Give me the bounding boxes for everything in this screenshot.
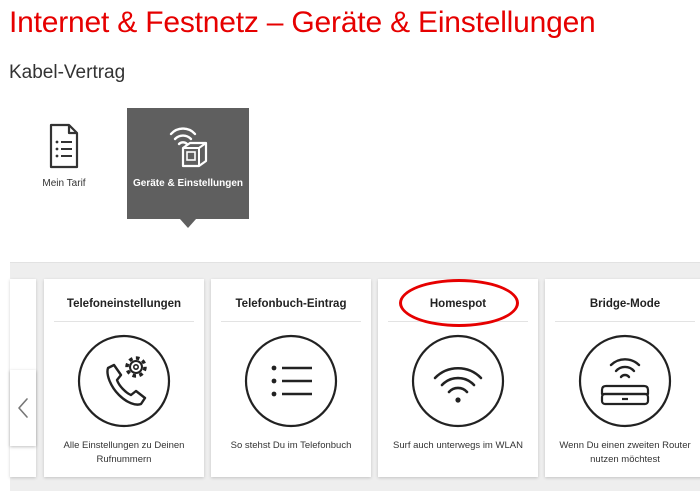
card-telefoneinstellungen[interactable]: Telefoneinstellungen Alle Einstellungen … [44,279,204,477]
page-title: Internet & Festnetz – Geräte & Einstellu… [9,6,596,39]
divider [555,321,695,322]
divider [54,321,194,322]
card-title: Telefoneinstellungen [66,298,182,310]
card-description: Alle Einstellungen zu Deinen Rufnummern [63,440,185,465]
divider [221,321,361,322]
wifi-router-icon [169,127,208,168]
card-description: Wenn Du einen zweiten Router nutzen möch… [559,440,691,465]
carousel-prev-button[interactable] [10,370,36,446]
phone-settings-icon [77,334,171,428]
card-title: Bridge-Mode [589,298,661,310]
card-title: Telefonbuch-Eintrag [235,298,347,310]
chevron-left-icon [18,398,28,418]
card-description: So stehst Du im Telefonbuch [230,440,352,451]
tab-label: Geräte & Einstellungen [132,178,244,189]
card-telefonbuch-eintrag[interactable]: Telefonbuch-Eintrag So stehst Du im Tele… [211,279,371,477]
tab-mein-tarif[interactable]: Mein Tarif [14,108,114,219]
tab-geraete-einstellungen[interactable]: Geräte & Einstellungen [127,108,249,228]
wifi-icon [411,334,505,428]
page-subtitle: Kabel-Vertrag [9,62,126,83]
router-icon [578,334,672,428]
highlight-ellipse [399,279,519,327]
list-icon [244,334,338,428]
card-description: Surf auch unterwegs im WLAN [393,440,523,451]
card-bridge-mode[interactable]: Bridge-Mode Wenn Du einen zweiten Router… [545,279,700,477]
document-list-icon [49,123,79,169]
tab-label: Mein Tarif [42,178,86,189]
settings-carousel: Telefoneinstellungen Alle Einstellungen … [10,262,700,491]
